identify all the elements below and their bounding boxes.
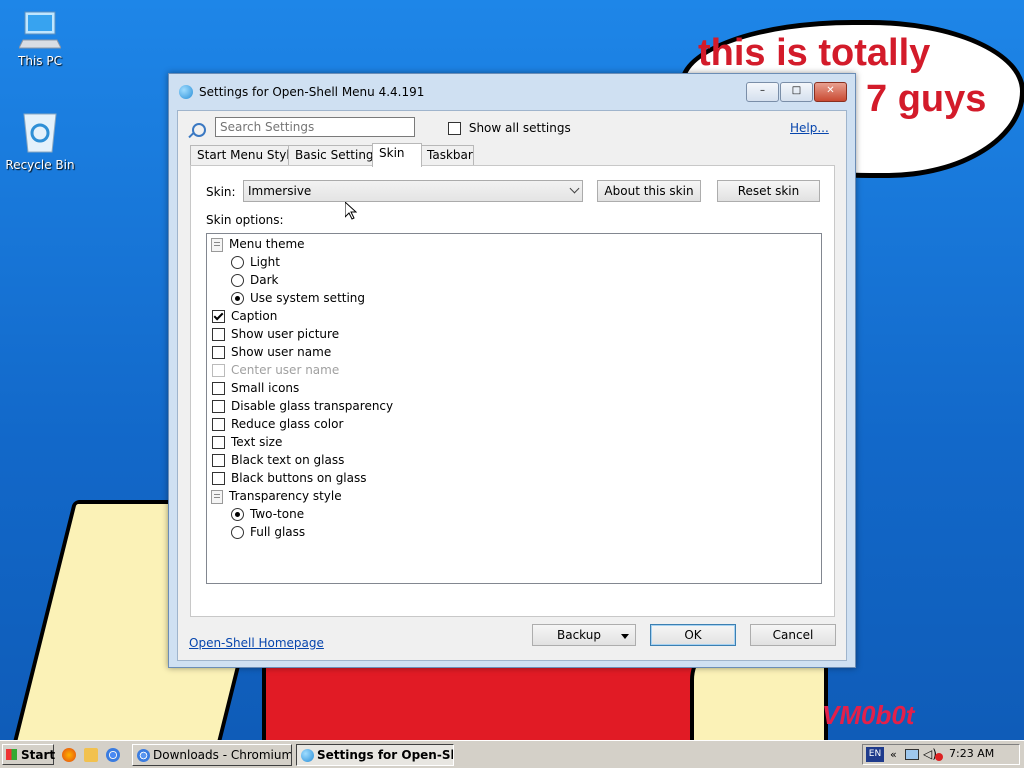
- taskbar-button-open-shell-settings[interactable]: Settings for Open-Sh...: [296, 744, 454, 766]
- option-light[interactable]: Light: [231, 253, 280, 271]
- option-transparency-style: Transparency style: [211, 487, 342, 505]
- search-input[interactable]: [215, 117, 415, 137]
- security-icon[interactable]: [935, 753, 943, 761]
- chrome-icon[interactable]: [106, 748, 120, 762]
- task-label: Settings for Open-Sh...: [317, 748, 453, 762]
- skin-label: Skin:: [206, 185, 236, 199]
- tab-skin[interactable]: Skin: [372, 143, 422, 167]
- radio-button[interactable]: [231, 274, 244, 287]
- settings-group-icon: [211, 237, 223, 252]
- option-full-glass[interactable]: Full glass: [231, 523, 305, 541]
- search-icon: [192, 123, 206, 137]
- window-title: Settings for Open-Shell Menu 4.4.191: [199, 85, 425, 99]
- checkbox: [212, 364, 225, 377]
- help-link[interactable]: Help...: [790, 121, 829, 135]
- computer-icon: [18, 10, 62, 50]
- system-tray: EN « ◁) 7:23 AM: [862, 744, 1020, 765]
- taskbar-button-downloads-chromium[interactable]: Downloads - Chromium: [132, 744, 292, 766]
- window-client-area: Show all settings Help... Start Menu Sty…: [177, 110, 847, 661]
- skin-panel: Skin: Immersive About this skin Reset sk…: [190, 165, 835, 617]
- option-black-text-on-glass[interactable]: Black text on glass: [212, 451, 344, 469]
- checkbox[interactable]: [212, 418, 225, 431]
- radio-button[interactable]: [231, 526, 244, 539]
- radio-button[interactable]: [231, 256, 244, 269]
- mouse-cursor-icon: [344, 200, 358, 220]
- chevron-left-icon[interactable]: «: [890, 748, 897, 761]
- option-menu-theme: Menu theme: [211, 235, 305, 253]
- settings-window: Settings for Open-Shell Menu 4.4.191 – □…: [168, 73, 856, 668]
- wallpaper-signature: VM0b0t: [822, 700, 915, 730]
- radio-button[interactable]: [231, 508, 244, 521]
- option-disable-glass-transparency[interactable]: Disable glass transparency: [212, 397, 393, 415]
- desktop-icon-label: This PC: [18, 54, 62, 68]
- checkbox[interactable]: [212, 472, 225, 485]
- show-all-settings-label: Show all settings: [468, 121, 571, 135]
- clock[interactable]: 7:23 AM: [949, 747, 994, 760]
- option-center-user-name: Center user name: [212, 361, 339, 379]
- option-two-tone[interactable]: Two-tone: [231, 505, 304, 523]
- backup-button-label: Backup: [557, 628, 601, 642]
- task-label: Downloads - Chromium: [153, 748, 292, 762]
- dropdown-arrow-icon: [621, 634, 629, 639]
- skin-options-label: Skin options:: [206, 213, 284, 227]
- checkbox[interactable]: [212, 400, 225, 413]
- close-button[interactable]: ✕: [814, 82, 847, 102]
- option-show-user-picture[interactable]: Show user picture: [212, 325, 339, 343]
- checkbox[interactable]: [212, 382, 225, 395]
- option-small-icons[interactable]: Small icons: [212, 379, 299, 397]
- chromium-icon: [137, 749, 150, 762]
- show-all-settings-checkbox[interactable]: [448, 122, 461, 135]
- checkbox[interactable]: [212, 436, 225, 449]
- open-shell-homepage-link[interactable]: Open-Shell Homepage: [189, 636, 324, 650]
- desktop-icon-recycle-bin[interactable]: Recycle Bin: [0, 110, 80, 172]
- tab-basic-settings[interactable]: Basic Settings: [288, 145, 380, 166]
- recycle-bin-icon: [20, 110, 60, 154]
- reset-skin-button[interactable]: Reset skin: [717, 180, 820, 202]
- language-indicator[interactable]: EN: [866, 747, 884, 762]
- option-show-user-name[interactable]: Show user name: [212, 343, 331, 361]
- backup-button[interactable]: Backup: [532, 624, 636, 646]
- checkbox[interactable]: [212, 346, 225, 359]
- checkbox[interactable]: [212, 310, 225, 323]
- folder-icon[interactable]: [84, 748, 98, 762]
- taskbar: Start Downloads - Chromium Settings for …: [0, 740, 1024, 768]
- show-all-settings[interactable]: Show all settings: [448, 121, 571, 135]
- network-icon[interactable]: [905, 749, 919, 760]
- radio-button[interactable]: [231, 292, 244, 305]
- desktop-icon-this-pc[interactable]: This PC: [0, 10, 80, 68]
- windows-logo-icon: [6, 749, 17, 760]
- start-button[interactable]: Start: [2, 744, 56, 765]
- ok-button[interactable]: OK: [650, 624, 736, 646]
- start-button-label: Start: [21, 748, 56, 762]
- skin-dropdown-value: Immersive: [248, 184, 312, 198]
- skin-dropdown[interactable]: Immersive: [243, 180, 583, 202]
- option-caption[interactable]: Caption: [212, 307, 277, 325]
- open-shell-icon: [179, 85, 193, 99]
- checkbox[interactable]: [212, 328, 225, 341]
- firefox-icon[interactable]: [62, 748, 76, 762]
- chevron-down-icon: [569, 183, 580, 194]
- checkbox[interactable]: [212, 454, 225, 467]
- option-use-system-setting[interactable]: Use system setting: [231, 289, 365, 307]
- cancel-button[interactable]: Cancel: [750, 624, 836, 646]
- speech-bubble-line-1: this is totally: [698, 32, 931, 74]
- desktop-icon-label: Recycle Bin: [5, 158, 75, 172]
- option-reduce-glass-color[interactable]: Reduce glass color: [212, 415, 343, 433]
- minimize-button[interactable]: –: [746, 82, 779, 102]
- about-skin-button[interactable]: About this skin: [597, 180, 701, 202]
- settings-group-icon: [211, 489, 223, 504]
- title-bar[interactable]: Settings for Open-Shell Menu 4.4.191 – □…: [169, 74, 855, 110]
- tab-start-menu-style[interactable]: Start Menu Style: [190, 145, 297, 166]
- option-dark[interactable]: Dark: [231, 271, 278, 289]
- option-black-buttons-on-glass[interactable]: Black buttons on glass: [212, 469, 367, 487]
- tab-taskbar[interactable]: Taskbar: [420, 145, 474, 166]
- option-text-size[interactable]: Text size: [212, 433, 282, 451]
- skin-options-list[interactable]: Menu theme Light Dark Use system setting…: [206, 233, 822, 584]
- maximize-button[interactable]: □: [780, 82, 813, 102]
- open-shell-icon: [301, 749, 314, 762]
